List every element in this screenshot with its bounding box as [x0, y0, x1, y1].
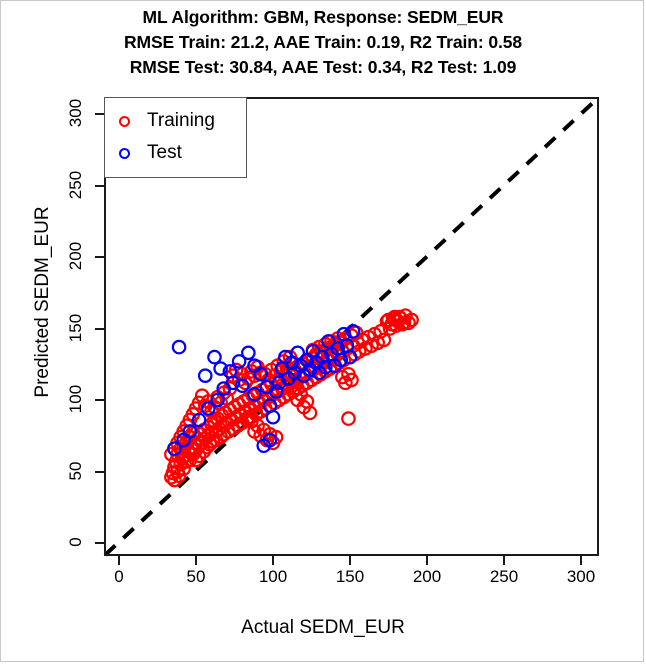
plot-title: ML Algorithm: GBM, Response: SEDM_EUR RM…: [1, 5, 643, 80]
x-axis-tick: [118, 556, 120, 565]
x-axis-tick-label: 200: [412, 567, 442, 586]
y-axis-tick: [95, 542, 104, 544]
y-axis-tick-label: 100: [66, 384, 85, 414]
x-axis-tick: [272, 556, 274, 565]
test-circle-icon: [119, 148, 130, 159]
y-axis-tick: [95, 470, 104, 473]
x-axis-tick: [503, 556, 505, 565]
plot-canvas: ML Algorithm: GBM, Response: SEDM_EUR RM…: [0, 0, 644, 662]
y-axis-tick: [95, 256, 104, 258]
x-axis-tick-label: 100: [258, 567, 288, 586]
x-axis-tick-label: 150: [335, 567, 365, 586]
y-axis-tick-label: 150: [66, 313, 85, 342]
x-axis-title: Actual SEDM_EUR: [241, 617, 405, 638]
y-axis-tick-label: 250: [66, 170, 85, 199]
x-axis-tick: [195, 556, 197, 565]
legend-label-test: Test: [147, 142, 182, 163]
y-axis-tick: [95, 399, 104, 401]
y-axis-title: Predicted SEDM_EUR: [32, 206, 53, 398]
x-axis-tick: [426, 556, 428, 565]
y-axis-tick: [95, 184, 104, 187]
legend-item-test: Test: [105, 140, 248, 172]
x-axis-tick: [580, 556, 582, 565]
y-axis-tick: [95, 327, 104, 330]
y-axis-tick: [95, 113, 104, 115]
title-line-train-metrics: RMSE Train: 21.2, AAE Train: 0.19, R2 Tr…: [123, 32, 523, 52]
y-axis-tick-label: 0: [66, 537, 85, 547]
y-axis-tick-label: 200: [66, 241, 85, 271]
legend-label-training: Training: [147, 110, 215, 131]
title-line-algorithm: ML Algorithm: GBM, Response: SEDM_EUR: [142, 7, 504, 27]
y-axis-tick-label: 50: [66, 461, 85, 480]
legend-box: Training Test: [104, 97, 247, 178]
x-axis-tick-label: 0: [114, 567, 124, 586]
x-axis-tick-label: 50: [186, 567, 206, 586]
title-line-test-metrics: RMSE Test: 30.84, AAE Test: 0.34, R2 Tes…: [129, 57, 517, 77]
x-axis-tick-label: 300: [566, 567, 596, 586]
legend-item-training: Training: [105, 108, 248, 140]
x-axis-tick: [349, 556, 351, 565]
y-axis-tick-label: 300: [66, 98, 85, 128]
x-axis-tick-label: 250: [489, 567, 519, 586]
training-circle-icon: [119, 116, 130, 127]
